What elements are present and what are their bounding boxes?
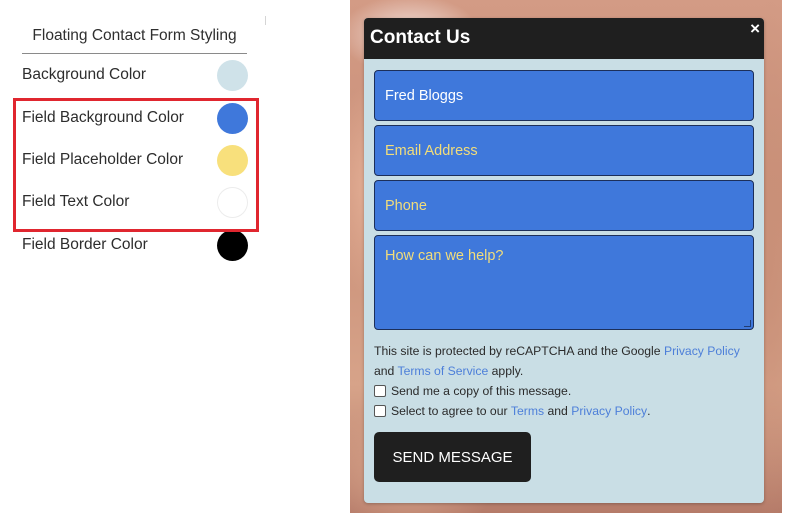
privacy-policy-link[interactable]: Privacy Policy	[664, 344, 740, 358]
message-textarea[interactable]	[375, 236, 753, 329]
notice-and: and	[374, 363, 398, 378]
field-border-color-swatch[interactable]	[217, 230, 248, 261]
field-placeholder-color-swatch[interactable]	[217, 145, 248, 176]
setting-row-field-background-color: Field Background Color	[22, 101, 250, 137]
setting-row-field-border-color: Field Border Color	[22, 228, 250, 264]
background-color-swatch[interactable]	[217, 60, 248, 91]
phone-field	[374, 180, 754, 231]
phone-input[interactable]	[375, 181, 753, 230]
form-header: Contact Us ×	[364, 18, 764, 59]
email-input[interactable]	[375, 126, 753, 175]
setting-label-field-border-color: Field Border Color	[22, 236, 148, 253]
agree-prefix: Select to agree to our	[391, 404, 508, 418]
field-background-color-swatch[interactable]	[217, 103, 248, 134]
name-field	[374, 70, 754, 121]
terms-link[interactable]: Terms	[511, 404, 544, 418]
contact-form-popup: Contact Us × This site is protected by r…	[364, 18, 764, 503]
send-copy-checkbox[interactable]	[374, 385, 386, 397]
send-copy-option: Send me a copy of this message.	[374, 382, 571, 400]
notice-prefix: This site is protected by reCAPTCHA and …	[374, 344, 664, 358]
setting-row-background-color: Background Color	[22, 58, 250, 94]
agree-option: Select to agree to our Terms and Privacy…	[374, 402, 650, 420]
agree-and: and	[547, 404, 568, 418]
settings-title: Floating Contact Form Styling	[22, 24, 247, 54]
field-text-color-swatch[interactable]	[217, 187, 248, 218]
setting-row-field-placeholder-color: Field Placeholder Color	[22, 143, 250, 179]
terms-of-service-link[interactable]: Terms of Service	[398, 364, 489, 378]
agree-end: .	[647, 404, 651, 418]
recaptcha-notice: This site is protected by reCAPTCHA and …	[374, 342, 759, 381]
divider-tick	[265, 16, 266, 25]
setting-label-field-background-color: Field Background Color	[22, 109, 184, 126]
styling-settings-panel: Floating Contact Form Styling Background…	[0, 0, 270, 513]
setting-label-field-placeholder-color: Field Placeholder Color	[22, 151, 184, 168]
message-field	[374, 235, 754, 330]
notice-suffix: apply.	[488, 363, 524, 378]
setting-label-background-color: Background Color	[22, 66, 147, 83]
form-title: Contact Us	[370, 27, 471, 48]
agree-privacy-policy-link[interactable]: Privacy Policy	[571, 404, 647, 418]
name-input[interactable]	[375, 71, 753, 120]
close-icon[interactable]: ×	[750, 19, 760, 39]
send-message-button[interactable]: SEND MESSAGE	[374, 432, 531, 482]
email-field	[374, 125, 754, 176]
resize-grip-icon[interactable]	[744, 320, 751, 327]
setting-label-field-text-color: Field Text Color	[22, 193, 130, 210]
agree-checkbox[interactable]	[374, 405, 386, 417]
setting-row-field-text-color: Field Text Color	[22, 185, 250, 221]
send-copy-label: Send me a copy of this message.	[391, 384, 572, 398]
